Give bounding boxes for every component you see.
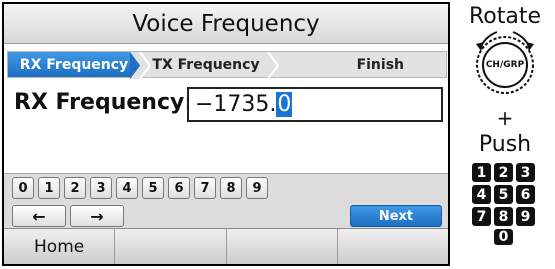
step-label: TX Frequency (152, 56, 260, 73)
page-title: Voice Frequency (4, 4, 448, 44)
number-key-2: 2 (494, 163, 513, 182)
key-3[interactable]: 3 (90, 177, 112, 199)
step-label: RX Frequency (19, 56, 129, 73)
ch-grp-knob-icon: CH/GRP (467, 24, 543, 104)
cursor-right-button[interactable]: → (70, 205, 124, 227)
key-1[interactable]: 1 (38, 177, 60, 199)
radio-screen: Voice Frequency RX Frequency TX Frequenc… (2, 2, 450, 266)
softkey-bar: Home (4, 228, 448, 264)
softkey-4[interactable] (338, 229, 448, 264)
number-key-1: 1 (472, 163, 491, 182)
softkey-2[interactable] (115, 229, 227, 264)
number-key-4: 4 (472, 185, 491, 204)
number-key-0: 0 (494, 229, 513, 245)
home-softkey[interactable]: Home (4, 229, 116, 264)
key-9[interactable]: 9 (246, 177, 268, 199)
key-6[interactable]: 6 (168, 177, 190, 199)
number-key-6: 6 (516, 185, 535, 204)
softkey-3[interactable] (227, 229, 338, 264)
next-button[interactable]: Next (350, 205, 442, 227)
plus-sign: + (496, 106, 514, 130)
key-8[interactable]: 8 (220, 177, 242, 199)
cursor-left-button[interactable]: ← (12, 205, 66, 227)
number-key-3: 3 (516, 163, 535, 182)
rx-frequency-label: RX Frequency: (14, 90, 194, 115)
step-finish[interactable]: Finish (272, 52, 446, 77)
number-key-8: 8 (494, 207, 513, 226)
step-chevron-icon (130, 52, 150, 79)
number-key-5: 5 (494, 185, 513, 204)
step-tx-frequency[interactable]: TX Frequency (140, 52, 280, 79)
push-label: Push (478, 132, 532, 157)
rx-frequency-input[interactable]: −1735. 0 (187, 87, 443, 122)
step-rx-frequency[interactable]: RX Frequency (8, 52, 150, 79)
on-screen-keypad: 0 1 2 3 4 5 6 7 8 9 ← → Next (4, 173, 448, 232)
key-7[interactable]: 7 (194, 177, 216, 199)
rx-frequency-value: −1735. (195, 92, 277, 117)
step-chevron-icon (267, 52, 280, 79)
wizard-steps: RX Frequency TX Frequency Finish (7, 51, 447, 79)
key-4[interactable]: 4 (116, 177, 138, 199)
key-2[interactable]: 2 (64, 177, 86, 199)
text-cursor: 0 (276, 92, 293, 117)
key-5[interactable]: 5 (142, 177, 164, 199)
knob-label: CH/GRP (485, 60, 525, 70)
key-0[interactable]: 0 (12, 177, 34, 199)
step-label: Finish (356, 56, 404, 73)
number-key-7: 7 (472, 207, 491, 226)
number-key-9: 9 (516, 207, 535, 226)
control-legend: Rotate CH/GRP + Push 1 2 3 4 5 6 7 8 9 0 (455, 0, 555, 269)
